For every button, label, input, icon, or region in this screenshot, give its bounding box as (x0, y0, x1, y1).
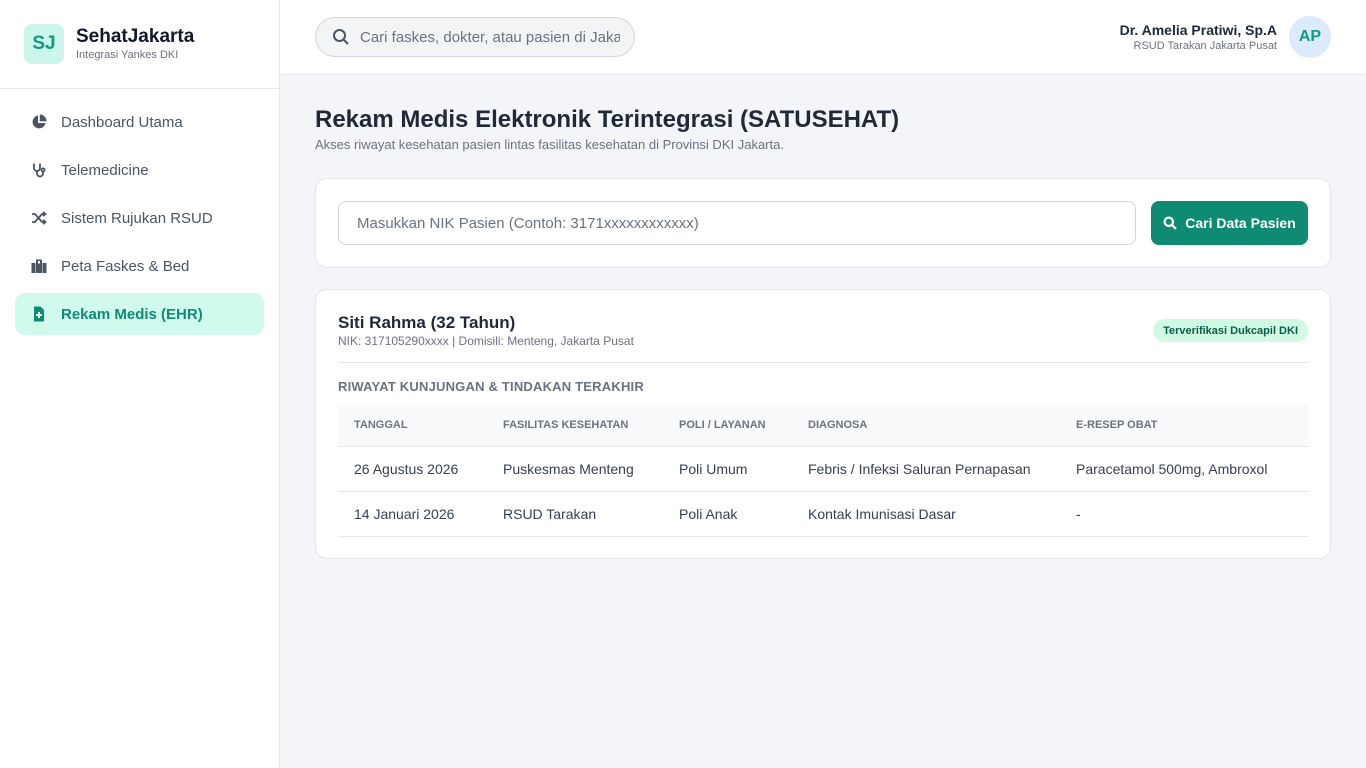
sidebar-item-telemedicine[interactable]: Telemedicine (15, 149, 264, 191)
table-cell: Kontak Imunisasi Dasar (792, 491, 1060, 537)
brand-subtitle: Integrasi Yankes DKI (76, 49, 179, 61)
table-header-row: TANGGAL FASILITAS KESEHATAN POLI / LAYAN… (338, 405, 1308, 447)
table-cell: Febris / Infeksi Saluran Pernapasan (792, 446, 1060, 492)
user-name: Dr. Amelia Pratiwi, Sp.A (1119, 21, 1277, 38)
nik-search-card: Cari Data Pasien (315, 178, 1331, 268)
column-header: E-RESEP OBAT (1060, 405, 1308, 447)
sidebar-item-peta-faskes[interactable]: Peta Faskes & Bed (15, 245, 264, 287)
table-cell: RSUD Tarakan (487, 491, 663, 537)
sidebar-item-label: Dashboard Utama (61, 113, 183, 131)
brand[interactable]: SJ SehatJakarta Integrasi Yankes DKI (0, 0, 279, 89)
patient-name: Siti Rahma (32 Tahun) (338, 313, 516, 332)
user-profile[interactable]: Dr. Amelia Pratiwi, Sp.A RSUD Tarakan Ja… (1120, 16, 1331, 58)
shuffle-icon (31, 210, 47, 226)
brand-logo: SJ (24, 24, 64, 64)
table-cell: 14 Januari 2026 (338, 491, 487, 537)
visit-history-table: TANGGAL FASILITAS KESEHATAN POLI / LAYAN… (338, 405, 1308, 537)
hospital-building-icon (31, 258, 47, 274)
history-title: RIWAYAT KUNJUNGAN & TINDAKAN TERAKHIR (338, 379, 644, 394)
column-header: TANGGAL (338, 405, 487, 447)
global-search-input[interactable] (360, 28, 620, 46)
sidebar-item-label: Peta Faskes & Bed (61, 257, 190, 275)
sidebar-item-label: Sistem Rujukan RSUD (61, 209, 213, 227)
table-cell: 26 Agustus 2026 (338, 446, 487, 492)
patient-meta: NIK: 317105290xxxx | Domisili: Menteng, … (338, 334, 634, 348)
page-subtitle: Akses riwayat kesehatan pasien lintas fa… (315, 137, 784, 152)
patient-card: Siti Rahma (32 Tahun) NIK: 317105290xxxx… (315, 289, 1331, 559)
sidebar-item-rujukan[interactable]: Sistem Rujukan RSUD (15, 197, 264, 239)
table-cell: Paracetamol 500mg, Ambroxol (1060, 446, 1308, 492)
sidebar: SJ SehatJakarta Integrasi Yankes DKI Das… (0, 0, 280, 768)
table-cell: Puskesmas Menteng (487, 446, 663, 492)
user-role: RSUD Tarakan Jakarta Pusat (1133, 39, 1277, 52)
avatar[interactable]: AP (1289, 16, 1331, 58)
sidebar-item-label: Rekam Medis (EHR) (61, 305, 203, 323)
stethoscope-icon (31, 162, 47, 178)
table-cell: - (1060, 491, 1308, 537)
table-cell: Poli Umum (663, 446, 792, 492)
search-patient-button-label: Cari Data Pasien (1185, 215, 1296, 231)
nik-input[interactable] (338, 201, 1136, 245)
medical-file-icon (31, 306, 47, 322)
status-badge: Terverifikasi Dukcapil DKI (1153, 319, 1308, 342)
topbar: Dr. Amelia Pratiwi, Sp.A RSUD Tarakan Ja… (280, 0, 1366, 75)
sidebar-item-rekam-medis[interactable]: Rekam Medis (EHR) (15, 293, 264, 335)
search-patient-button[interactable]: Cari Data Pasien (1151, 201, 1308, 245)
pie-chart-icon (31, 114, 47, 130)
search-icon (333, 29, 349, 45)
brand-name: SehatJakarta (76, 26, 195, 47)
search-icon (1163, 216, 1178, 230)
table-cell: Poli Anak (663, 491, 792, 537)
global-search[interactable] (315, 17, 635, 57)
table-row[interactable]: 26 Agustus 2026 Puskesmas Menteng Poli U… (338, 446, 1308, 492)
sidebar-item-label: Telemedicine (61, 161, 149, 179)
main-content: Rekam Medis Elektronik Terintegrasi (SAT… (315, 75, 1331, 559)
page-title: Rekam Medis Elektronik Terintegrasi (SAT… (315, 106, 900, 133)
sidebar-nav: Dashboard Utama Telemedicine Sistem Ruju… (0, 89, 279, 353)
table-row[interactable]: 14 Januari 2026 RSUD Tarakan Poli Anak K… (338, 491, 1308, 537)
sidebar-item-dashboard[interactable]: Dashboard Utama (15, 101, 264, 143)
column-header: FASILITAS KESEHATAN (487, 405, 663, 447)
column-header: POLI / LAYANAN (663, 405, 792, 447)
column-header: DIAGNOSA (792, 405, 1060, 447)
